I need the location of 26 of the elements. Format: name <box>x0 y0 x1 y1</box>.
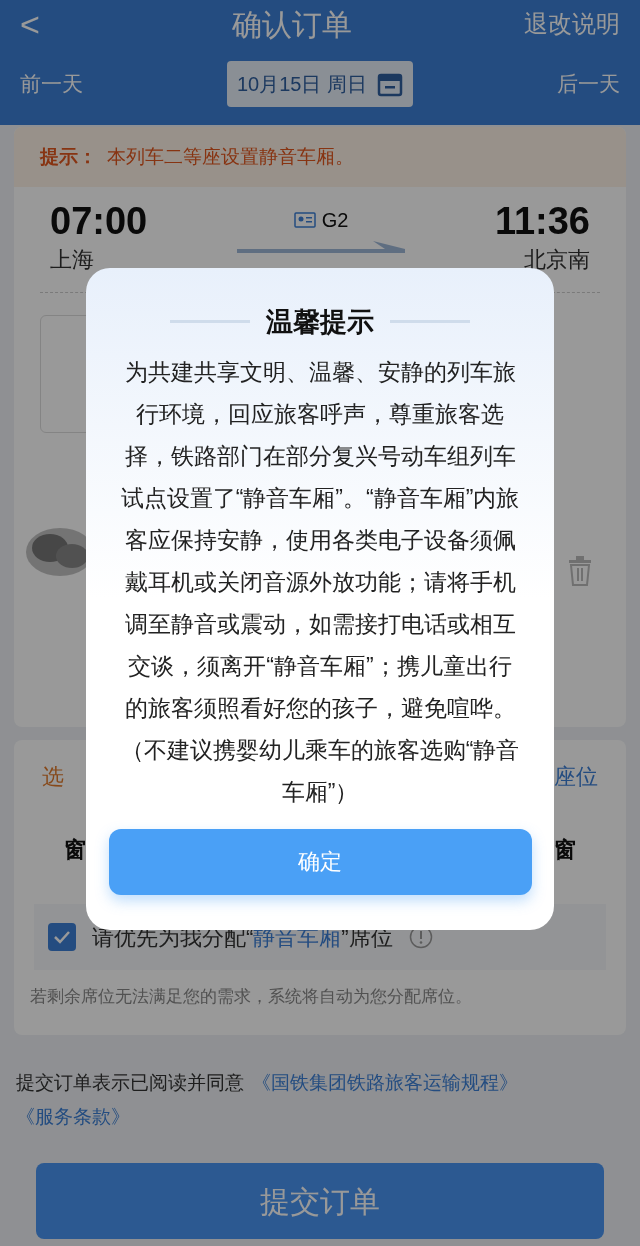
date-picker[interactable]: 10月15日 周日 <box>226 61 414 107</box>
dialog-message: 为共建共享文明、温馨、安静的列车旅行环境，回应旅客呼声，尊重旅客选择，铁路部门在部分复兴号动车组列车试点设置了“静音车厢”。“静音车厢”内旅客应保持安静，使用各类电子设备须佩戴耳机或关闭音源外放功能；请将手机调至静音或震动，如需接打电话或相互交谈，须离开“静音车厢”；携儿童出行的旅客须照看好您的孩子，避免喧哗。（不建议携婴幼儿乘车的旅客选购“静音车厢”） <box>119 357 521 807</box>
submit-order-button[interactable]: 提交订单 <box>36 1163 604 1239</box>
refund-rules-link[interactable]: 退改说明 <box>524 6 620 42</box>
page-title: 确认订单 <box>232 6 352 43</box>
tip-label: 提示： <box>40 144 97 169</box>
seat-selection-title: 选 <box>42 763 64 791</box>
previous-day-button[interactable]: 前一天 <box>20 68 120 100</box>
date-text: 10月15日 周日 <box>236 72 368 97</box>
terms-link[interactable]: 《服务条款》 <box>16 1106 130 1127</box>
departure-time: 07:00 <box>50 199 148 243</box>
arrival-time: 11:36 <box>494 199 590 243</box>
confirm-button[interactable]: 确定 <box>108 828 532 895</box>
agreement-text: 提交订单表示已阅读并同意 <box>16 1072 244 1093</box>
tip-text: 本列车二等座设置静音车厢。 <box>107 144 354 169</box>
window-seat-label: 窗 <box>554 836 576 864</box>
seat-selection-link[interactable]: 座位 <box>554 760 598 793</box>
terms-link[interactable]: 《国铁集团铁路旅客运输规程》 <box>252 1072 518 1093</box>
dialog-title: 温馨提示 <box>266 306 374 339</box>
train-number-link[interactable]: G2 <box>321 205 349 235</box>
window-seat-label: 窗 <box>64 836 86 864</box>
quiet-carriage-note: 若剩余席位无法满足您的需求，系统将自动为您分配席位。 <box>30 987 472 1006</box>
arrival-station: 北京南 <box>524 246 590 274</box>
departure-station: 上海 <box>50 246 95 274</box>
next-day-button[interactable]: 后一天 <box>520 68 620 100</box>
back-button[interactable]: < <box>20 0 60 50</box>
